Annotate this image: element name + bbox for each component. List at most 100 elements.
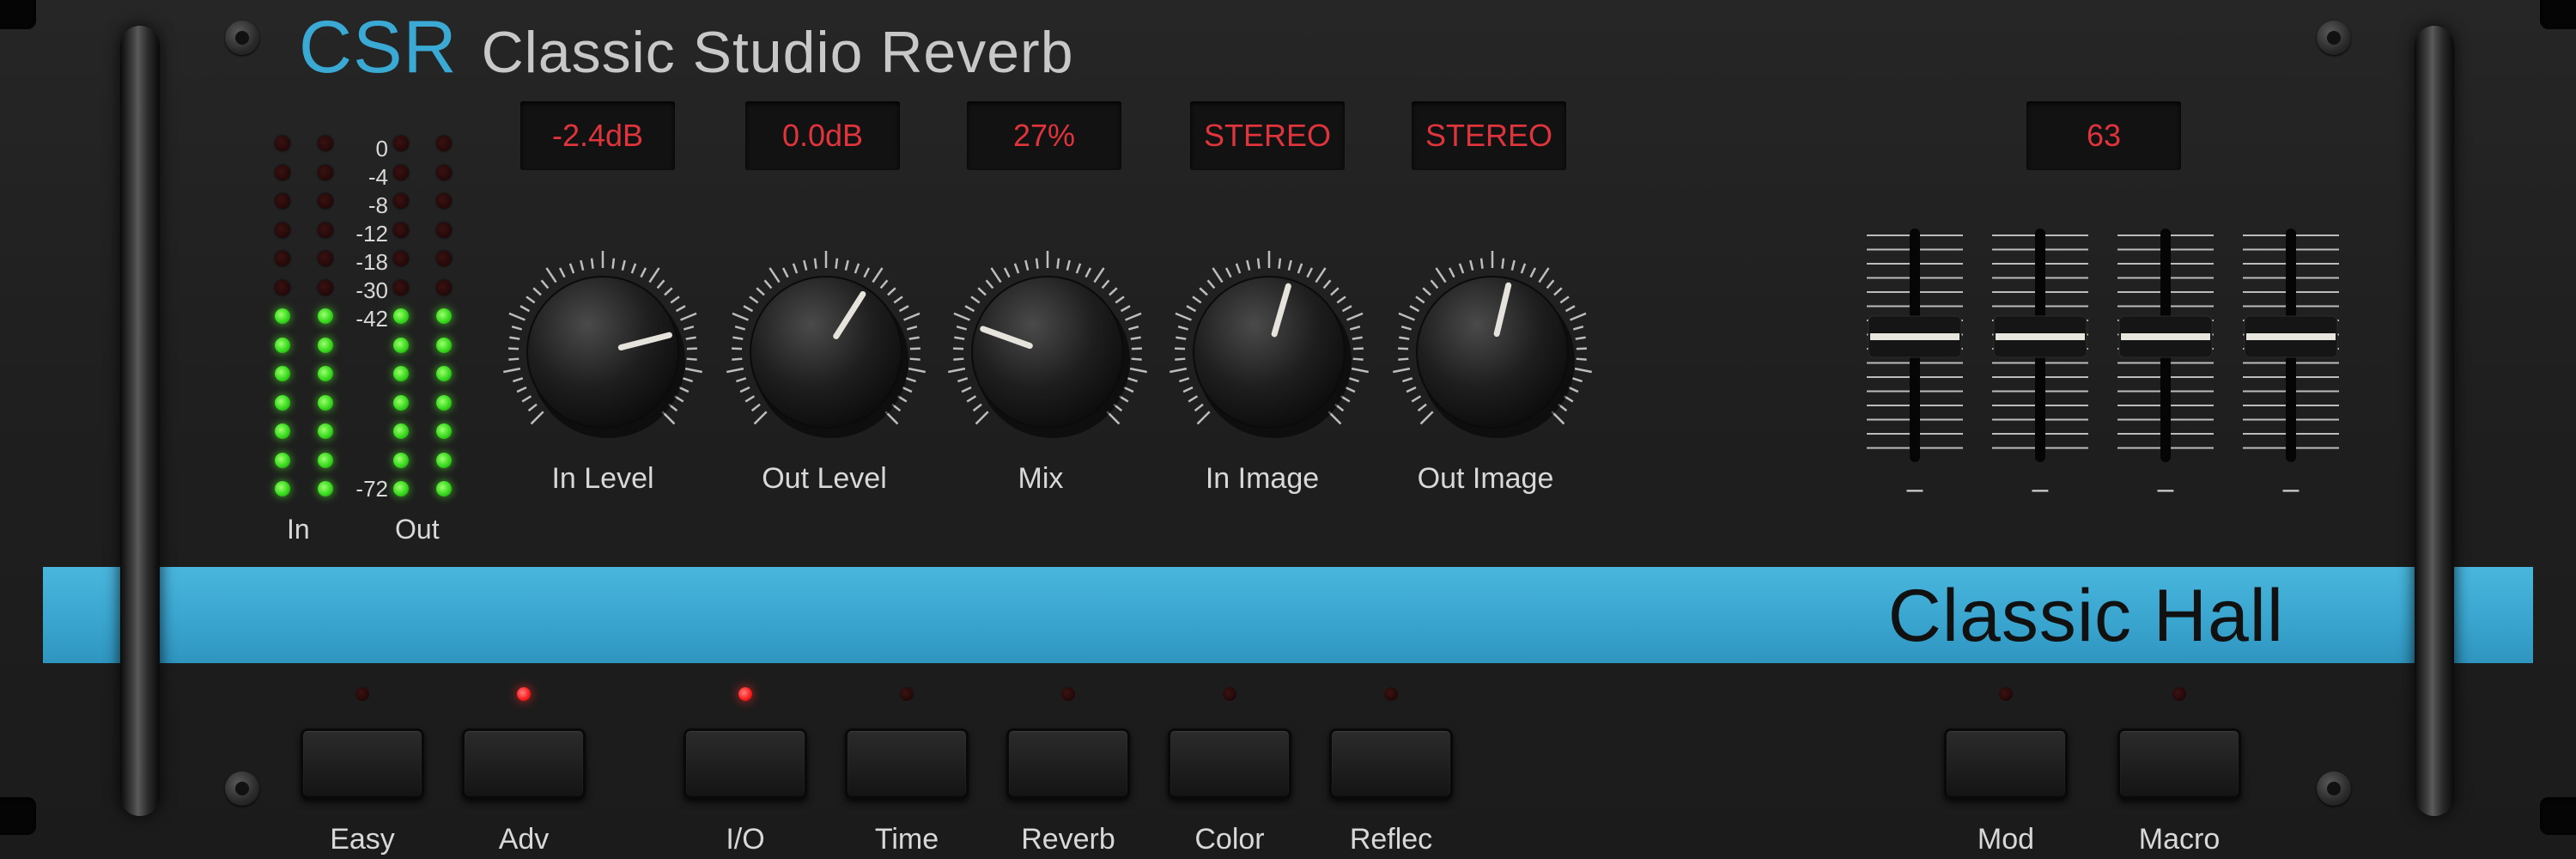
knob-tick bbox=[1246, 259, 1251, 271]
knob-tick bbox=[1406, 386, 1417, 393]
knob-tick bbox=[957, 377, 969, 383]
in-level-knob[interactable] bbox=[500, 249, 706, 455]
knob-tick bbox=[1553, 287, 1563, 296]
adv-led bbox=[517, 687, 531, 701]
knob-tick bbox=[1341, 305, 1352, 313]
knob-tick bbox=[640, 267, 647, 278]
knob-tick bbox=[611, 258, 616, 269]
easy-label: Easy bbox=[330, 823, 395, 856]
knob-tick bbox=[684, 367, 702, 374]
knob-tick bbox=[744, 395, 756, 403]
knob-tick bbox=[803, 259, 808, 271]
knob-body[interactable] bbox=[750, 276, 902, 429]
knob-tick bbox=[1520, 263, 1527, 274]
knob-body[interactable] bbox=[526, 276, 679, 429]
mix-knob[interactable] bbox=[945, 249, 1151, 455]
knob-tick bbox=[1398, 357, 1409, 361]
knob-tick bbox=[678, 386, 690, 393]
preset-name[interactable]: Classic Hall bbox=[1888, 574, 2284, 659]
io-led bbox=[738, 687, 752, 701]
macro-button[interactable] bbox=[2117, 728, 2241, 799]
knob-tick bbox=[1411, 395, 1422, 403]
knob-tick bbox=[532, 287, 542, 296]
knob-tick bbox=[1345, 386, 1356, 393]
knob-tick bbox=[1194, 403, 1204, 412]
adv-button[interactable] bbox=[462, 728, 586, 799]
knob-tick bbox=[1130, 336, 1141, 340]
meter-led bbox=[393, 136, 409, 151]
knob-tick bbox=[1188, 395, 1199, 403]
fader-value-display: 63 bbox=[2026, 101, 2181, 170]
fader-cap-line bbox=[1996, 333, 2085, 340]
meter-led bbox=[436, 366, 452, 381]
knob-tick bbox=[1348, 377, 1360, 383]
mod-button[interactable] bbox=[1944, 728, 2068, 799]
easy-button[interactable] bbox=[301, 728, 424, 799]
meter-led bbox=[275, 394, 290, 411]
fader[interactable] bbox=[2239, 225, 2342, 466]
knob-tick bbox=[503, 367, 521, 374]
knob-tick bbox=[1003, 267, 1011, 278]
knob-tick bbox=[1510, 259, 1516, 271]
fader-cap-line bbox=[1870, 333, 1959, 340]
knob-tick bbox=[970, 295, 981, 304]
reflec-button[interactable] bbox=[1329, 728, 1453, 799]
meter-led bbox=[393, 251, 409, 266]
screw-icon bbox=[225, 771, 259, 806]
knob-tick bbox=[735, 377, 747, 383]
knob-tick bbox=[1109, 287, 1118, 296]
knob-tick bbox=[734, 325, 746, 331]
knob-tick bbox=[686, 357, 697, 361]
knob-tick bbox=[1306, 267, 1314, 278]
knob-tick bbox=[526, 295, 536, 304]
knob-body[interactable] bbox=[971, 276, 1124, 429]
knob-tick bbox=[902, 386, 913, 393]
reverb-button[interactable] bbox=[1006, 728, 1130, 799]
meter-led bbox=[318, 394, 333, 411]
meter-led bbox=[436, 251, 452, 266]
meter-in-label: In bbox=[287, 514, 310, 545]
knob-tick bbox=[1479, 258, 1484, 269]
knob-tick bbox=[648, 267, 660, 283]
knob-tick bbox=[1131, 357, 1142, 361]
meter-led bbox=[318, 136, 333, 151]
knob-body[interactable] bbox=[1416, 276, 1569, 429]
fader[interactable] bbox=[1989, 225, 2092, 466]
out-image-knob[interactable] bbox=[1389, 249, 1595, 455]
knob-tick bbox=[1170, 367, 1188, 374]
easy-led bbox=[355, 687, 369, 701]
knob-tick bbox=[1120, 305, 1131, 313]
knob-tick bbox=[1175, 357, 1186, 361]
knob-tick bbox=[1123, 386, 1134, 393]
meter-led bbox=[393, 337, 409, 353]
in-level-display: -2.4dB bbox=[520, 101, 675, 170]
fader[interactable] bbox=[1863, 225, 1966, 466]
knob-tick bbox=[844, 259, 849, 271]
knob-tick bbox=[1101, 279, 1110, 289]
knob-tick bbox=[863, 267, 871, 278]
out-level-knob[interactable] bbox=[723, 249, 929, 455]
meter-led bbox=[275, 337, 290, 353]
fader[interactable] bbox=[2114, 225, 2217, 466]
mod-led bbox=[1999, 687, 2013, 701]
rack-mount-hole bbox=[2540, 797, 2576, 835]
knob-tick bbox=[521, 395, 532, 403]
knob-tick bbox=[1448, 267, 1455, 278]
in-image-knob[interactable] bbox=[1166, 249, 1372, 455]
fader-cap-line bbox=[2121, 333, 2210, 340]
meter-led bbox=[393, 394, 409, 411]
screw-icon bbox=[2317, 21, 2351, 55]
knob-tick bbox=[1401, 377, 1413, 383]
out-level-display: 0.0dB bbox=[745, 101, 900, 170]
knob-body[interactable] bbox=[1193, 276, 1346, 429]
knob-tick bbox=[854, 263, 860, 274]
reflec-label: Reflec bbox=[1349, 823, 1433, 856]
knob-tick bbox=[887, 287, 896, 296]
time-button[interactable] bbox=[845, 728, 969, 799]
io-button[interactable] bbox=[683, 728, 807, 799]
knob-tick bbox=[1182, 386, 1194, 393]
knob-tick bbox=[1125, 312, 1142, 321]
knob-tick bbox=[1469, 259, 1474, 271]
knob-tick bbox=[685, 336, 696, 340]
color-button[interactable] bbox=[1168, 728, 1291, 799]
